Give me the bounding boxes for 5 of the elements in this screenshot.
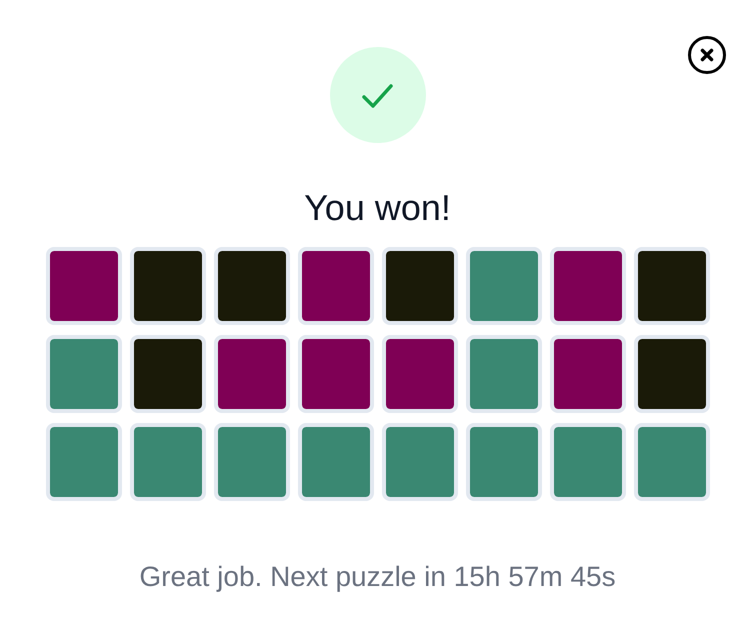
countdown-message: Great job. Next puzzle in 15h 57m 45s <box>139 560 616 594</box>
check-circle-icon <box>330 47 426 143</box>
close-button[interactable] <box>687 35 727 75</box>
dialog-title: You won! <box>304 187 451 229</box>
close-icon <box>687 35 727 75</box>
